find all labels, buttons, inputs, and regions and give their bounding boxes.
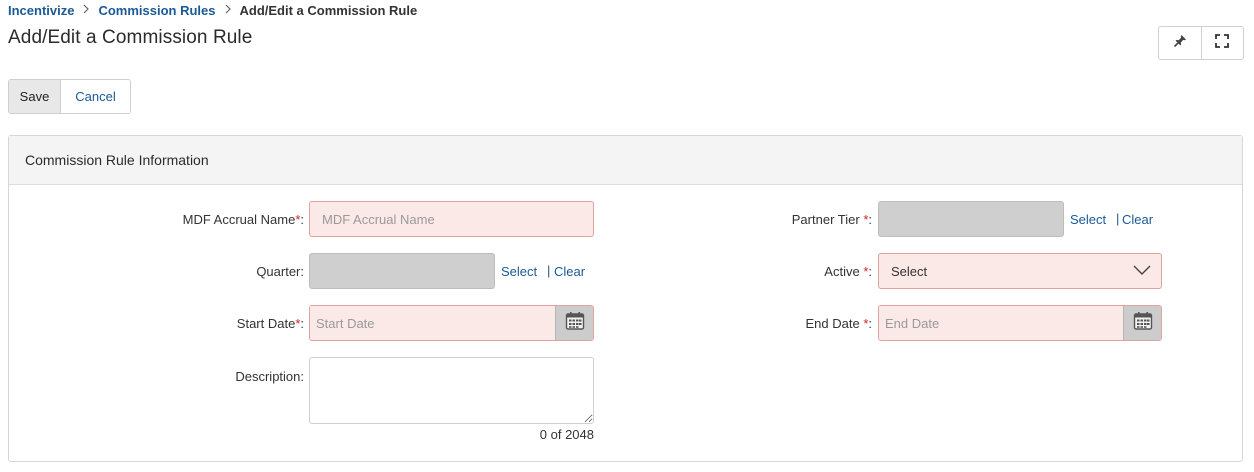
start-date-calendar-button[interactable]: [555, 306, 593, 340]
panel-title: Commission Rule Information: [25, 152, 209, 168]
panel-header: Commission Rule Information: [9, 136, 1242, 185]
page-title: Add/Edit a Commission Rule: [8, 27, 253, 48]
start-date-label: Start Date*:: [236, 316, 304, 331]
breadcrumb-commission-rules-link[interactable]: Commission Rules: [98, 3, 215, 18]
mdf-accrual-name-label: MDF Accrual Name*:: [182, 212, 304, 227]
required-marker: *: [863, 264, 869, 279]
link-separator: |: [547, 263, 551, 278]
active-select-value: Select: [891, 263, 928, 279]
quarter-lookup-field[interactable]: [309, 253, 495, 289]
calendar-icon: [1133, 311, 1153, 336]
active-label: Active *:: [824, 264, 872, 279]
end-date-calendar-button[interactable]: [1123, 306, 1161, 340]
quarter-label: Quarter:: [256, 264, 304, 279]
calendar-icon: [565, 311, 585, 336]
breadcrumb-current: Add/Edit a Commission Rule: [239, 3, 418, 18]
fullscreen-icon: [1215, 33, 1230, 53]
end-date-label: End Date *:: [805, 316, 872, 331]
partner-tier-lookup-field[interactable]: [878, 201, 1064, 237]
mdf-accrual-name-input[interactable]: [309, 201, 594, 237]
required-marker: *: [295, 212, 301, 227]
save-button[interactable]: Save: [9, 80, 61, 113]
description-textarea[interactable]: [309, 357, 594, 424]
quarter-clear-link[interactable]: Clear: [554, 264, 585, 279]
cancel-button[interactable]: Cancel: [61, 80, 130, 113]
chevron-down-icon: [1133, 262, 1151, 280]
chevron-right-icon: [216, 4, 240, 17]
pin-icon: [1173, 34, 1187, 53]
start-date-picker: [309, 305, 594, 341]
start-date-input[interactable]: [310, 306, 555, 340]
link-separator: |: [1116, 211, 1120, 226]
commission-rule-panel: Commission Rule Information: [8, 135, 1243, 462]
breadcrumb-incentivize-link[interactable]: Incentivize: [8, 3, 74, 18]
breadcrumb: Incentivize Commission Rules Add/Edit a …: [8, 3, 417, 18]
end-date-input[interactable]: [879, 306, 1123, 340]
partner-tier-label: Partner Tier *:: [791, 212, 872, 227]
fullscreen-button[interactable]: [1200, 27, 1244, 59]
required-marker: *: [863, 212, 869, 227]
description-char-counter: 0 of 2048: [539, 427, 594, 442]
end-date-picker: [878, 305, 1162, 341]
header-actions: [1158, 26, 1244, 60]
partner-tier-clear-link[interactable]: Clear: [1122, 212, 1153, 227]
active-select[interactable]: Select: [878, 253, 1162, 289]
partner-tier-select-link[interactable]: Select: [1070, 212, 1106, 227]
chevron-right-icon: [74, 4, 98, 17]
description-label: Description:: [235, 369, 304, 384]
form-actions: Save Cancel: [8, 79, 131, 114]
required-marker: *: [863, 316, 869, 331]
quarter-select-link[interactable]: Select: [501, 264, 537, 279]
required-marker: *: [295, 316, 301, 331]
pin-button[interactable]: [1159, 27, 1201, 59]
